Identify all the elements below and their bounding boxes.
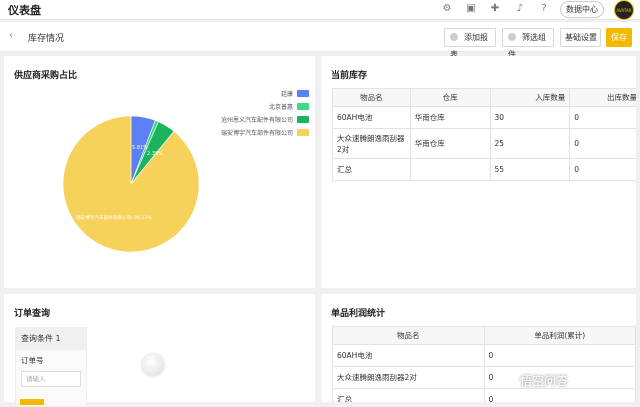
table-cell: 大众速腾朗逸雨刮器2对 (332, 128, 411, 159)
stock-table: 物品名 仓库 入库数量 出库数量 60AH电池 华南仓库 30 0 大众速腾朗逸… (332, 88, 636, 181)
panel-title: 当前库存 (331, 71, 368, 81)
table-cell: 55 (489, 158, 571, 181)
filter-icon (508, 33, 516, 41)
table-cell: 大众速腾朗逸雨刮器2对 (332, 366, 485, 389)
order-number-input[interactable]: 请输入 (21, 371, 81, 387)
table-row[interactable]: 大众速腾朗逸雨刮器2对 华南仓库 25 0 (332, 128, 636, 159)
supplier-share-panel: 供应商采购占比 廷康 北京普惠 沧州恩义汽车配件有限公司 瑞安博宇汽车部件有限公… (4, 56, 315, 288)
column-header[interactable]: 出库数量 (569, 88, 636, 107)
table-cell: 0 (569, 106, 636, 129)
table-cell: 汇总 (332, 388, 485, 402)
back-icon[interactable]: ‹ (9, 30, 13, 41)
loading-spinner (142, 354, 164, 376)
pie-chart: 5.81%2.39% 瑞安博宇汽车部件有限公司: 89.13% (62, 115, 200, 253)
table-cell: 25 (489, 128, 571, 159)
profit-table: 物品名 单品利润(累计) 60AH电池 0 大众速腾朗逸雨刮器2对 0 汇总 0 (332, 326, 636, 402)
gear-icon[interactable]: ⚙ (440, 2, 454, 16)
table-row[interactable]: 60AH电池 华南仓库 30 0 (332, 106, 636, 129)
table-row[interactable]: 汇总 0 (332, 388, 636, 402)
table-cell: 华南仓库 (409, 106, 491, 129)
table-cell: 0 (483, 344, 636, 367)
filter-component-button[interactable]: 筛选组件 (502, 28, 554, 59)
add-icon (450, 33, 458, 41)
table-cell: 汇总 (332, 158, 411, 181)
column-header[interactable]: 物品名 (332, 88, 411, 107)
table-cell: 0 (483, 388, 636, 402)
page-title: 库存情况 (28, 34, 65, 44)
slice-label: 5.81% (132, 145, 148, 151)
table-row[interactable]: 60AH电池 0 (332, 344, 636, 367)
condition-title: 查询条件 1 (16, 328, 86, 350)
save-button[interactable]: 保存 (606, 28, 632, 47)
bell-icon[interactable]: ♪ (513, 2, 527, 16)
column-header[interactable]: 仓库 (409, 88, 491, 107)
pie-slice[interactable] (62, 115, 200, 253)
column-header[interactable]: 入库数量 (489, 88, 571, 107)
table-row[interactable]: 大众速腾朗逸雨刮器2对 0 (332, 366, 636, 389)
query-button[interactable] (20, 399, 44, 405)
panel-title: 单品利润统计 (331, 309, 386, 319)
table-row[interactable]: 汇总 55 0 (332, 158, 636, 181)
table-cell: 60AH电池 (332, 344, 485, 367)
table-cell: 0 (569, 158, 636, 181)
table-cell: 华南仓库 (409, 128, 491, 159)
column-header[interactable]: 物品名 (332, 326, 485, 345)
data-center-button[interactable]: 数据中心 (560, 1, 604, 18)
table-cell: 0 (569, 128, 636, 159)
query-condition-card: 查询条件 1 订单号 请输入 (15, 327, 87, 407)
puzzle-icon[interactable]: ✚ (488, 2, 502, 16)
table-cell (409, 158, 491, 181)
report-icon[interactable]: ▣ (464, 2, 478, 16)
avatar[interactable]: AVATAR (614, 0, 634, 20)
watermark: 悟空问答 (520, 374, 569, 388)
table-cell: 60AH电池 (332, 106, 411, 129)
table-header-row: 物品名 仓库 入库数量 出库数量 (332, 88, 636, 107)
current-stock-panel: 当前库存 物品名 仓库 入库数量 出库数量 60AH电池 华南仓库 30 0 大… (321, 56, 636, 288)
slice-label: 2.39% (147, 151, 163, 157)
basic-settings-button[interactable]: 基础设置 (560, 28, 601, 47)
help-icon[interactable]: ? (537, 2, 551, 16)
slice-label: 瑞安博宇汽车部件有限公司: 89.13% (76, 214, 152, 221)
top-bar: 仪表盘 ⚙ ▣ ✚ ♪ ? 数据中心 AVATAR (0, 0, 640, 20)
column-header[interactable]: 单品利润(累计) (483, 326, 636, 345)
table-cell: 30 (489, 106, 571, 129)
add-report-button[interactable]: 添加报表 (444, 28, 496, 59)
profit-stats-panel: 单品利润统计 物品名 单品利润(累计) 60AH电池 0 大众速腾朗逸雨刮器2对… (321, 294, 636, 402)
app-title: 仪表盘 (8, 4, 41, 17)
panel-title: 订单查询 (14, 309, 51, 319)
toolbar: ‹ 库存情况 添加报表 筛选组件 基础设置 保存 (0, 22, 640, 59)
table-header-row: 物品名 单品利润(累计) (332, 326, 636, 345)
order-number-label: 订单号 (21, 356, 44, 365)
